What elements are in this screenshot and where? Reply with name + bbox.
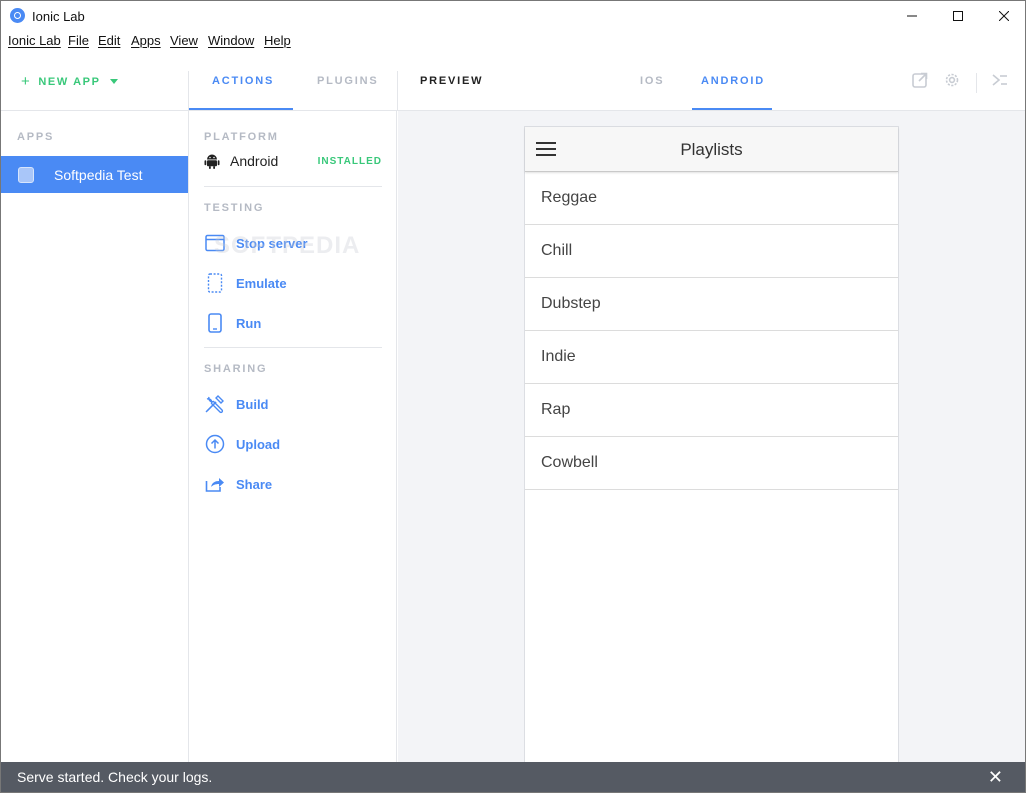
close-button[interactable] [981, 1, 1026, 31]
upload-button[interactable]: Upload [204, 433, 280, 455]
apps-section-label: APPS [17, 131, 55, 143]
platform-android-row: Android INSTALLED [204, 153, 382, 169]
status-bar: Serve started. Check your logs. ✕ [1, 762, 1025, 792]
apps-sidebar: APPS Softpedia Test [1, 111, 189, 762]
preview-label: PREVIEW [420, 75, 484, 87]
playlist-item-rap[interactable]: Rap [525, 384, 898, 437]
playlist-item-cowbell[interactable]: Cowbell [525, 437, 898, 490]
tools-icon [205, 395, 224, 414]
phone-icon [208, 313, 222, 333]
divider [204, 347, 382, 348]
menu-ionic-lab[interactable]: Ionic Lab [8, 33, 61, 48]
menu-help[interactable]: Help [264, 33, 291, 48]
emulate-label: Emulate [236, 275, 287, 291]
dashed-device-icon [207, 273, 223, 293]
app-thumbnail-icon [18, 166, 34, 183]
preview-title: Playlists [680, 140, 743, 159]
divider [397, 71, 398, 111]
sharing-section-label: SHARING [204, 363, 268, 375]
platform-name: Android [230, 153, 279, 169]
app-name: Softpedia Test [54, 166, 143, 183]
upload-icon [205, 434, 225, 454]
tab-ios[interactable]: IOS [640, 75, 664, 87]
installed-status-badge: INSTALLED [317, 155, 382, 167]
divider [204, 186, 382, 187]
playlist-item-dubstep[interactable]: Dubstep [525, 278, 898, 331]
title-bar: Ionic Lab [0, 0, 1026, 31]
playlist-item-reggae[interactable]: Reggae [525, 172, 898, 225]
divider [976, 73, 977, 93]
share-label: Share [236, 476, 273, 492]
plus-icon: + [21, 73, 32, 90]
dismiss-status-close-icon[interactable]: ✕ [988, 767, 1003, 788]
toolbar: + NEW APP ACTIONS PLUGINS PREVIEW IOS AN… [1, 51, 1025, 111]
menu-view[interactable]: View [170, 33, 198, 48]
status-message: Serve started. Check your logs. [17, 769, 213, 785]
playlist-item-chill[interactable]: Chill [525, 225, 898, 278]
share-icon [205, 478, 224, 492]
external-link-icon[interactable] [911, 71, 929, 89]
menu-file[interactable]: File [68, 33, 89, 48]
new-app-button[interactable]: + NEW APP [21, 73, 118, 90]
preview-header: Playlists [525, 127, 898, 172]
upload-label: Upload [236, 436, 281, 452]
window-title: Ionic Lab [32, 9, 85, 24]
minimize-icon [907, 15, 917, 17]
stop-server-label: Stop server [236, 235, 308, 251]
minimize-button[interactable] [889, 1, 935, 31]
active-tab-indicator [189, 108, 293, 110]
share-button[interactable]: Share [204, 473, 272, 495]
testing-section-label: TESTING [204, 202, 265, 214]
terminal-icon[interactable] [991, 71, 1009, 89]
run-button[interactable]: Run [204, 312, 261, 334]
actions-panel: PLATFORM Android INSTALLED TESTING Stop … [190, 111, 397, 762]
new-app-label: NEW APP [38, 75, 101, 88]
platform-section-label: PLATFORM [204, 131, 279, 143]
close-icon [999, 11, 1009, 21]
gear-icon[interactable] [943, 71, 961, 89]
android-icon [204, 154, 220, 169]
menu-edit[interactable]: Edit [98, 33, 120, 48]
maximize-icon [953, 11, 963, 21]
emulate-button[interactable]: Emulate [204, 272, 287, 294]
app-item-softpedia-test[interactable]: Softpedia Test [1, 156, 188, 193]
tab-actions[interactable]: ACTIONS [212, 75, 274, 87]
caret-down-icon [109, 79, 118, 84]
ionic-logo-icon [10, 8, 25, 23]
divider [188, 71, 189, 111]
stop-server-button[interactable]: Stop server [204, 232, 308, 254]
menu-window[interactable]: Window [208, 33, 254, 48]
playlist-item-indie[interactable]: Indie [525, 331, 898, 384]
maximize-button[interactable] [935, 1, 981, 31]
menu-bar: Ionic Lab File Edit Apps View Window Hel… [0, 31, 1026, 51]
menu-apps[interactable]: Apps [131, 33, 161, 48]
run-label: Run [236, 315, 262, 331]
device-preview-frame[interactable]: Playlists Reggae Chill Dubstep Indie Rap… [524, 126, 899, 762]
build-button[interactable]: Build [204, 393, 269, 415]
active-platform-indicator [692, 108, 772, 110]
browser-window-icon [205, 234, 225, 252]
build-label: Build [236, 396, 269, 412]
tab-android[interactable]: ANDROID [701, 75, 765, 87]
preview-area: Playlists Reggae Chill Dubstep Indie Rap… [398, 111, 1025, 762]
tab-plugins[interactable]: PLUGINS [317, 75, 379, 87]
